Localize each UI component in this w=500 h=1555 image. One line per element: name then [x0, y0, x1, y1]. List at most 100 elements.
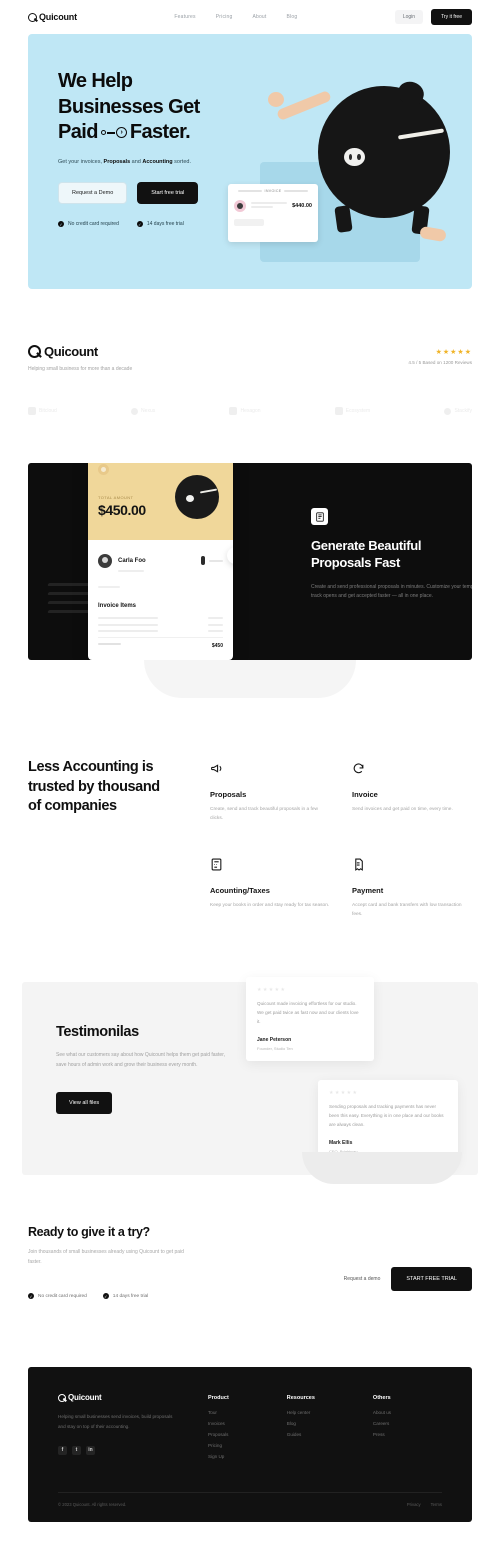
footer-logo[interactable]: Quicount — [58, 1393, 208, 1402]
twitter-icon[interactable]: t — [72, 1445, 81, 1455]
footer-link-terms[interactable]: Terms — [431, 1502, 442, 1507]
badge-icon — [98, 464, 109, 475]
nav-link-features[interactable]: Features — [174, 14, 195, 20]
proposal-item-row — [98, 617, 223, 619]
check-icon: ✓ — [102, 1293, 109, 1300]
testimonial-quote: Quicount made invoicing effortless for o… — [257, 1001, 359, 1025]
feature-desc: Accept card and bank transfers with low … — [352, 902, 462, 917]
footer-link[interactable]: Blog — [287, 1421, 315, 1426]
nav-logo-text: Quicount — [39, 12, 77, 22]
testimonials-section: Testimonilas See what our customers say … — [22, 977, 478, 1185]
proposal-client: Carla Foo — [118, 549, 146, 572]
partner-logo: Hexagon — [229, 407, 261, 415]
try-free-button[interactable]: Try it free — [431, 9, 472, 25]
feature-item-proposals: Proposals Create, send and track beautif… — [210, 762, 330, 824]
proposal-card-header: TOTAL AMOUNT $450.00 — [88, 463, 233, 540]
proposals-content: Generate Beautiful Proposals Fast Create… — [311, 508, 472, 602]
refresh-icon — [352, 762, 365, 775]
nav-link-about[interactable]: About — [252, 14, 266, 20]
top-navbar: Quicount Features Pricing About Blog Log… — [0, 0, 500, 34]
proposals-section: Generate Beautiful Proposals Fast Create… — [28, 463, 472, 660]
brand-section: Quicount Helping small business for more… — [0, 289, 500, 415]
feature-item-invoice: Invoice Send invoices and get paid on ti… — [352, 762, 472, 824]
nav-link-pricing[interactable]: Pricing — [216, 14, 233, 20]
features-heading-line2: trusted by thousand — [28, 778, 160, 795]
piggy-snout — [344, 148, 365, 166]
feature-desc: Send invoices and get paid on time, ever… — [352, 807, 453, 812]
footer-link[interactable]: Pricing — [208, 1443, 229, 1448]
footer-social: f t in — [58, 1445, 208, 1455]
testimonial-name: Jane Peterson — [257, 1037, 292, 1044]
section-glow — [302, 1152, 462, 1185]
waveform-line — [209, 559, 223, 562]
footer-bottom-links: Privacy Terms — [407, 1502, 442, 1507]
request-demo-link[interactable]: Request a demo — [344, 1276, 381, 1282]
placeholder-line — [118, 570, 144, 572]
logo-mark-icon — [28, 12, 37, 22]
nav-logo[interactable]: Quicount — [28, 12, 77, 22]
feature-title: Acounting/Taxes — [210, 885, 270, 895]
brand-block: Quicount Helping small business for more… — [28, 344, 132, 372]
cta-feature-label: No credit card required — [38, 1293, 87, 1299]
footer-copyright: © 2023 Quicount. All rights reserved. — [58, 1502, 127, 1508]
logo-mark-icon — [58, 1393, 66, 1402]
footer-link[interactable]: About us — [373, 1410, 391, 1415]
footer-link[interactable]: Careers — [373, 1421, 391, 1426]
proposal-client-row: Carla Foo — [98, 549, 223, 572]
nav-link-blog[interactable]: Blog — [287, 14, 298, 20]
rating-text: 4.5 / 5 Based on 1200 Reviews — [408, 360, 472, 365]
footer-link[interactable]: Help center — [287, 1410, 315, 1415]
partner-logo: Nexus — [131, 407, 155, 415]
hero-heading-faster: Faster. — [129, 121, 191, 144]
audio-note-control[interactable] — [201, 556, 223, 565]
proposal-card: TOTAL AMOUNT $450.00 Carla Foo Invoice I… — [88, 463, 233, 660]
hero-subtitle-proposals: Proposals — [103, 158, 131, 165]
footer-link[interactable]: Sign Up — [208, 1454, 229, 1459]
footer-logo-text: Quicount — [68, 1393, 102, 1403]
hero-feature-label: 14 days free trial — [146, 221, 184, 228]
hero-subtitle-a: Get your invoices, — [58, 158, 104, 165]
footer-link[interactable]: Tour — [208, 1410, 229, 1415]
proposal-total-value: $450 — [211, 642, 223, 649]
hero-heading: We Help Businesses Get Paid › Faster. — [58, 69, 278, 146]
hero-heading-line2: Businesses Get — [58, 95, 200, 118]
footer-link[interactable]: Invoices — [208, 1421, 229, 1426]
login-button[interactable]: Login — [394, 10, 424, 24]
hero-subtitle-accounting: Accounting — [142, 158, 173, 165]
facebook-icon[interactable]: f — [58, 1445, 67, 1455]
view-all-files-button[interactable]: View all files — [56, 1091, 113, 1114]
start-free-trial-button[interactable]: START FREE TRIAL — [391, 1267, 472, 1292]
partner-logo: Bitcloud — [28, 407, 57, 415]
footer-link[interactable]: Proposals — [208, 1432, 229, 1437]
piggy-slot — [397, 128, 445, 140]
cta-heading: Ready to give it a try? — [28, 1225, 150, 1240]
rating-stars-icon: ★★★★★ — [435, 349, 472, 356]
features-section: Less Accounting is trusted by thousand o… — [0, 698, 500, 919]
brand-logo: Quicount — [28, 344, 132, 359]
cta-feature-item: ✓ No credit card required — [28, 1293, 87, 1300]
check-icon: ✓ — [28, 1293, 34, 1300]
footer-column-title: Others — [372, 1395, 391, 1402]
footer-bottom: © 2023 Quicount. All rights reserved. Pr… — [58, 1492, 442, 1507]
piggy-arm — [275, 89, 333, 122]
piggy-bank-icon — [175, 475, 219, 519]
hero-subtitle-c: and — [130, 158, 143, 165]
start-free-trial-button[interactable]: Start free trial — [137, 182, 199, 205]
footer-columns: Product Tour Invoices Proposals Pricing … — [208, 1393, 391, 1465]
partner-logo: Ecosystem — [334, 407, 370, 415]
document-icon — [311, 508, 328, 525]
cta-section: Ready to give it a try? Join thousands o… — [0, 1175, 500, 1300]
request-demo-button[interactable]: Request a Demo — [58, 182, 128, 205]
feature-title: Invoice — [352, 790, 378, 799]
footer-link[interactable]: Press — [373, 1432, 391, 1437]
linkedin-icon[interactable]: in — [86, 1445, 95, 1455]
divider — [284, 190, 309, 192]
proposal-client-name: Carla Foo — [118, 558, 146, 564]
footer-link[interactable]: Guides — [287, 1432, 315, 1437]
footer-link-privacy[interactable]: Privacy — [407, 1502, 421, 1507]
check-icon: ✓ — [58, 221, 64, 228]
hero-section: INVOICE $440.00 We Help Businesses Get P… — [28, 34, 472, 289]
hero-subtitle-e: sorted. — [172, 158, 191, 165]
partner-logo: Stackify — [444, 407, 472, 415]
proposals-heading-line2: Proposals Fast — [311, 554, 400, 570]
